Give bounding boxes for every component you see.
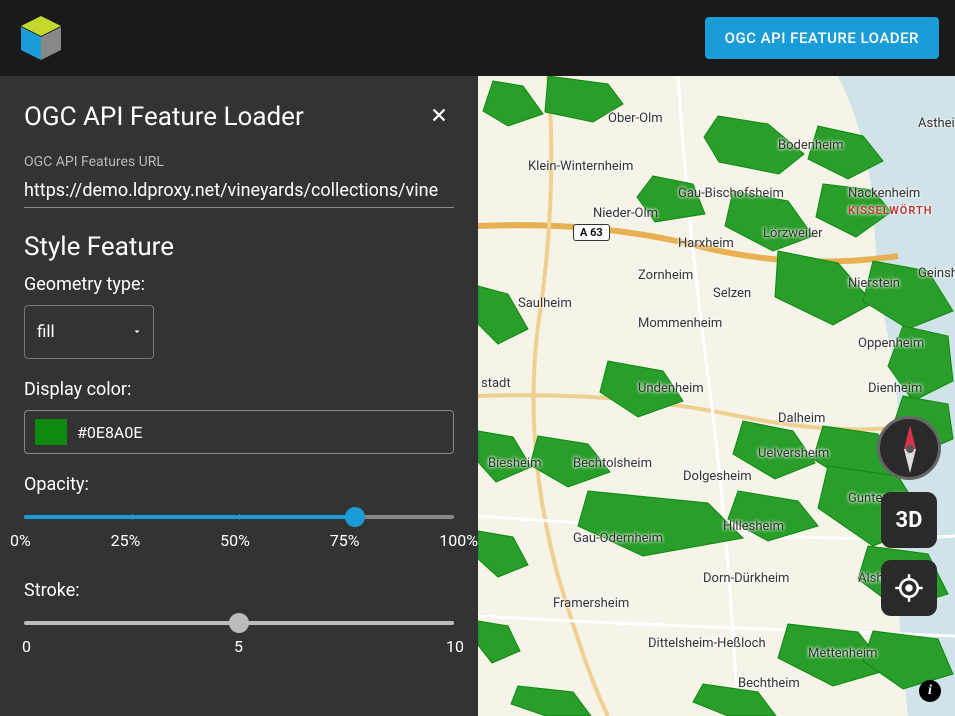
place-label: Ober-Olm — [608, 111, 663, 126]
close-icon — [428, 104, 450, 126]
stroke-label: Stroke: — [24, 580, 454, 601]
view-mode-button[interactable]: 3D — [881, 492, 937, 548]
place-label: Framersheim — [553, 596, 629, 611]
geometry-type-label: Geometry type: — [24, 274, 454, 295]
place-label: Oppenheim — [858, 336, 924, 351]
place-label: Nierstein — [848, 276, 900, 291]
place-label: stadt — [481, 376, 511, 391]
opacity-slider-thumb[interactable] — [345, 507, 365, 527]
stroke-tick-labels: 0 5 10 — [22, 637, 464, 656]
place-label: Lörzweiler — [763, 226, 823, 241]
app-header: OGC API FEATURE LOADER — [0, 0, 955, 76]
place-label: Dalheim — [778, 411, 825, 426]
app-logo — [16, 13, 66, 63]
place-label: Nackenheim — [848, 186, 920, 201]
geometry-type-select[interactable]: fill — [24, 305, 154, 359]
color-input[interactable] — [77, 423, 443, 442]
stroke-slider[interactable]: 0 5 10 — [24, 621, 454, 656]
locate-button[interactable] — [881, 560, 937, 616]
close-button[interactable] — [424, 100, 454, 134]
place-label: KISSELWÖRTH — [848, 204, 933, 217]
map-controls: 3D — [877, 416, 941, 616]
info-button[interactable]: i — [919, 680, 941, 702]
place-label: Mommenheim — [638, 316, 722, 331]
style-section-title: Style Feature — [24, 232, 454, 262]
opacity-tick-labels: 0% 25% 50% 75% 100% — [10, 531, 478, 550]
feature-loader-button[interactable]: OGC API FEATURE LOADER — [705, 17, 939, 59]
place-label: Undenheim — [638, 381, 704, 396]
compass-icon — [880, 419, 940, 479]
place-label: Bodenheim — [778, 138, 844, 153]
url-input[interactable] — [24, 174, 454, 208]
place-label: Biesheim — [488, 456, 541, 471]
place-label: Bechtheim — [738, 676, 800, 691]
panel-title: OGC API Feature Loader — [24, 102, 304, 132]
display-color-label: Display color: — [24, 379, 454, 400]
place-label: Klein-Winternheim — [528, 159, 633, 174]
url-field-label: OGC API Features URL — [24, 154, 454, 170]
place-label: Dolgesheim — [683, 469, 752, 484]
place-label: Saulheim — [518, 296, 572, 311]
feature-loader-panel: OGC API Feature Loader OGC API Features … — [0, 76, 478, 716]
place-label: Astheim — [918, 116, 955, 131]
place-label: Zornheim — [638, 268, 693, 283]
map-viewport[interactable]: Ober-Olm Bodenheim Nackenheim Gau-Bischofsh… — [478, 76, 955, 716]
place-label: Gau-Odernheim — [573, 531, 663, 546]
place-label: Uelversheim — [758, 446, 829, 461]
stroke-slider-thumb[interactable] — [229, 613, 249, 633]
opacity-label: Opacity: — [24, 474, 454, 495]
place-label: Harxheim — [678, 236, 734, 251]
place-label: Geinsheim am ... — [918, 266, 955, 281]
geometry-type-dropdown[interactable]: fill — [25, 306, 153, 358]
place-label: Hillesheim — [723, 519, 784, 534]
panel-header: OGC API Feature Loader — [24, 100, 454, 134]
color-field[interactable] — [24, 410, 454, 454]
color-swatch[interactable] — [35, 419, 67, 445]
place-label: Dittelsheim-Heßloch — [648, 636, 766, 651]
place-label: Bechtolsheim — [573, 456, 652, 471]
compass-button[interactable] — [877, 416, 941, 480]
place-label: Mettenheim — [808, 646, 877, 661]
crosshair-icon — [894, 573, 924, 603]
place-label: Selzen — [713, 286, 751, 301]
opacity-slider[interactable]: 0% 25% 50% 75% 100% — [24, 515, 454, 550]
place-label: Dorn-Dürkheim — [703, 571, 789, 586]
place-label: Nieder-Olm — [593, 206, 658, 221]
place-label: Dienheim — [868, 381, 922, 396]
place-label: Gau-Bischofsheim — [678, 186, 784, 201]
highway-badge: A 63 — [573, 224, 610, 241]
